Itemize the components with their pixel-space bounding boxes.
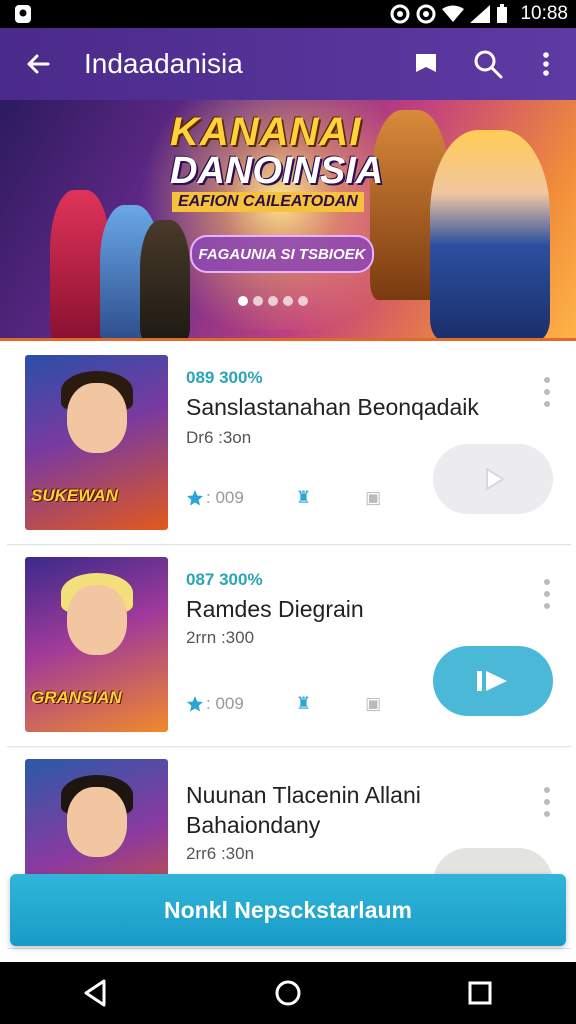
carousel-dot[interactable]	[298, 296, 308, 306]
search-icon[interactable]	[472, 48, 504, 80]
game-title: Nuunan Tlacenin Allani	[186, 782, 421, 808]
game-title: Ramdes Diegrain	[186, 596, 364, 622]
game-list: SUKEWAN 089 300% Sanslastanahan Beonqada…	[7, 344, 571, 949]
play-icon	[486, 467, 505, 491]
status-time: 10:88	[520, 3, 568, 24]
recents-square-icon[interactable]	[462, 975, 498, 1011]
carousel-dots	[238, 296, 308, 306]
banner-divider	[0, 338, 576, 341]
thumbnail-label: GRANSIAN	[31, 688, 122, 707]
play-button[interactable]	[433, 646, 553, 716]
flag-icon[interactable]	[410, 48, 442, 80]
primary-cta-button[interactable]: Nonkl Nepsckstarlaum	[10, 874, 566, 946]
game-stats: : 009 ♜ ▣	[186, 694, 381, 714]
signal-icon	[470, 5, 491, 23]
game-title: Sanslastanahan Beonqadaik	[186, 394, 479, 420]
thumbnail-label: SUKEWAN	[31, 486, 118, 505]
battery-icon	[497, 4, 508, 23]
rating-value: : 009	[206, 488, 244, 507]
list-item[interactable]: GRANSIAN 087 300% Ramdes Diegrain 2rrn :…	[7, 546, 571, 747]
hero-character-blonde	[430, 130, 550, 338]
carousel-dot[interactable]	[253, 296, 263, 306]
game-meta: 2rrn :300	[186, 628, 255, 647]
banner-title-line1: KANANAI	[170, 110, 362, 154]
badge-icon: ▣	[365, 694, 382, 713]
page-title: Indaadanisia	[84, 48, 243, 79]
game-meta: 2rr6 :30n	[186, 844, 255, 863]
notification-icon	[15, 5, 31, 23]
star-icon	[187, 696, 203, 712]
tag-icon: ♜	[295, 488, 312, 507]
game-stats: : 009 ♜ ▣	[186, 488, 381, 508]
play-button[interactable]	[433, 444, 553, 514]
more-vert-icon[interactable]	[530, 48, 562, 80]
wifi-icon	[442, 5, 465, 22]
sync-icon	[390, 4, 410, 24]
more-vert-icon[interactable]	[543, 578, 551, 610]
back-triangle-icon[interactable]	[78, 975, 114, 1011]
game-thumbnail[interactable]: GRANSIAN	[25, 557, 168, 732]
app-bar: Indaadanisia	[0, 28, 576, 100]
hero-character-dark	[140, 220, 190, 338]
target-icon	[416, 4, 436, 24]
game-meta: Dr6 :3on	[186, 428, 252, 447]
tag-icon: ♜	[295, 694, 312, 713]
banner-subtitle: EAFION CAILEATODAN	[172, 192, 364, 212]
carousel-dot[interactable]	[283, 296, 293, 306]
home-circle-icon[interactable]	[270, 975, 306, 1011]
thumb-face	[67, 585, 127, 655]
badge-icon: ▣	[365, 488, 382, 507]
game-thumbnail[interactable]: SUKEWAN	[25, 355, 168, 530]
status-icons: 10:88	[390, 0, 568, 28]
back-arrow-icon[interactable]	[22, 48, 54, 80]
status-bar: 10:88	[0, 0, 576, 28]
list-item[interactable]: SUKEWAN 089 300% Sanslastanahan Beonqada…	[7, 344, 571, 545]
rating-value: : 009	[206, 694, 244, 713]
play-icon	[477, 671, 507, 691]
carousel-dot[interactable]	[238, 296, 248, 306]
system-nav-bar	[0, 962, 576, 1024]
progress-percent: 087 300%	[186, 570, 263, 589]
carousel-dot[interactable]	[268, 296, 278, 306]
thumb-face	[67, 383, 127, 453]
game-title-line2: Bahaiondany	[186, 812, 321, 838]
banner-button[interactable]: FAGAUNIA SI TSBIOEK	[190, 235, 374, 273]
more-vert-icon[interactable]	[543, 376, 551, 408]
thumb-face	[67, 787, 127, 857]
star-icon	[187, 490, 203, 506]
promo-banner[interactable]: KANANAI DANOINSIA EAFION CAILEATODAN FAG…	[0, 100, 576, 338]
more-vert-icon[interactable]	[543, 786, 551, 818]
banner-title-line2: DANOINSIA	[170, 150, 384, 192]
progress-percent: 089 300%	[186, 368, 263, 387]
